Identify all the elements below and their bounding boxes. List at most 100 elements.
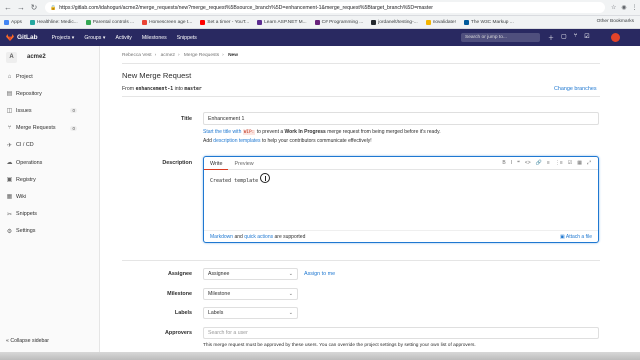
- code-icon[interactable]: <>: [525, 160, 531, 166]
- templates-text: Add: [203, 138, 212, 144]
- quick-actions-link[interactable]: quick actions: [244, 234, 273, 240]
- sidebar-item-ci-cd[interactable]: ✈ CI / CD: [0, 137, 99, 154]
- bookmark-item[interactable]: Parental controls ...: [85, 19, 134, 25]
- nav-menu-item[interactable]: Milestones: [142, 35, 167, 41]
- forward-icon[interactable]: →: [16, 3, 26, 13]
- gitlab-fox-icon: [6, 34, 14, 41]
- other-bookmarks[interactable]: Other Bookmarks: [597, 19, 634, 24]
- bookmark-label: C# Programming ...: [321, 19, 364, 25]
- templates-link[interactable]: description templates: [213, 138, 260, 144]
- link-icon[interactable]: 🔗: [536, 160, 542, 166]
- bookmark-item[interactable]: Apps: [4, 19, 22, 25]
- bookmark-item[interactable]: novalidate!: [425, 19, 456, 25]
- sidebar: A acme2 ⌂ Project ▤ Repository ◫ Issues 0 ⑂ Merg…: [0, 46, 100, 360]
- divider: [122, 96, 600, 97]
- milestone-select[interactable]: Milestone ⌄: [203, 288, 298, 300]
- sidebar-item-issues[interactable]: ◫ Issues 0: [0, 102, 99, 119]
- address-bar[interactable]: 🔒 https://gitlab.com/idahoguri/acme2/mer…: [45, 2, 605, 13]
- plus-icon[interactable]: ＋: [548, 33, 554, 42]
- sidebar-item-label: Project: [16, 73, 33, 80]
- sidebar-item-label: Merge Requests: [16, 125, 56, 132]
- description-textarea[interactable]: Created template: [210, 178, 258, 184]
- bookmark-item[interactable]: Healthline: Medic...: [29, 19, 78, 25]
- attach-icon: ▣: [560, 234, 565, 240]
- sidebar-item-wiki[interactable]: ▦ Wiki: [0, 188, 99, 205]
- project-header[interactable]: A acme2: [0, 46, 99, 68]
- avatar[interactable]: [611, 33, 620, 42]
- back-icon[interactable]: ←: [3, 3, 13, 13]
- attach-file-button[interactable]: ▣ Attach a file: [560, 234, 592, 240]
- and-text: and: [234, 233, 243, 240]
- assignee-select[interactable]: Assignee ⌄: [203, 268, 298, 280]
- sidebar-item-snippets[interactable]: ✂ Snippets: [0, 206, 99, 223]
- book-icon: ▤: [6, 91, 13, 98]
- divider: [122, 63, 600, 64]
- assign-to-me-link[interactable]: Assign to me: [304, 271, 335, 277]
- tab-preview[interactable]: Preview: [228, 157, 259, 170]
- bookmark-item[interactable]: Homescreen age t...: [142, 19, 193, 25]
- gitlab-logo[interactable]: GitLab: [6, 34, 38, 41]
- breadcrumb-mr[interactable]: Merge Requests: [184, 53, 219, 58]
- markdown-link[interactable]: Markdown: [210, 234, 233, 240]
- bookmark-item[interactable]: jordanelt/testing-...: [371, 19, 418, 25]
- bold-icon[interactable]: B: [502, 160, 505, 166]
- reload-icon[interactable]: ↻: [29, 3, 39, 13]
- breadcrumb-user[interactable]: Rebecca Vest: [122, 53, 152, 58]
- bookmark-label: Learn ASP.NET M...: [264, 19, 307, 25]
- nav-menu-item[interactable]: Activity: [115, 35, 131, 41]
- nav-menu-item[interactable]: Groups ▾: [84, 35, 105, 41]
- title-input[interactable]: Enhancement 1: [203, 112, 599, 125]
- change-branches-link[interactable]: Change branches: [554, 86, 597, 92]
- sidebar-item-merge-requests[interactable]: ⑂ Merge Requests 0: [0, 120, 99, 137]
- todo-icon[interactable]: ▢: [561, 33, 567, 42]
- italic-icon[interactable]: I: [511, 160, 512, 166]
- sidebar-item-label: Snippets: [16, 211, 37, 218]
- nav-menu-item[interactable]: Snippets: [177, 35, 197, 41]
- star-icon[interactable]: ☆: [611, 4, 616, 11]
- bookmark-item[interactable]: Set a timer - YouT...: [200, 19, 249, 25]
- cloud-gear-icon: ☁: [6, 160, 13, 167]
- sidebar-item-operations[interactable]: ☁ Operations: [0, 154, 99, 171]
- approvers-input[interactable]: Search for a user: [203, 327, 599, 339]
- table-icon[interactable]: ▦: [577, 160, 582, 166]
- numbered-list-icon[interactable]: ⋮≡: [555, 160, 563, 166]
- page-title: New Merge Request: [122, 71, 192, 80]
- search-input[interactable]: Search or jump to...: [461, 33, 540, 42]
- merge-request-nav-icon[interactable]: ⑂: [574, 33, 578, 42]
- collapse-icon: «: [6, 338, 9, 344]
- tab-write[interactable]: Write: [204, 157, 229, 170]
- fullscreen-icon[interactable]: ⤢: [587, 160, 591, 166]
- collapse-label: Collapse sidebar: [10, 338, 49, 344]
- quote-icon[interactable]: ❝: [517, 160, 520, 166]
- templates-text-2: to help your contributors communicate ef…: [261, 138, 372, 144]
- supported-text: are supported: [274, 233, 306, 240]
- gitlab-navbar: GitLab Projects ▾ Groups ▾ Activity Milesto…: [0, 29, 640, 46]
- sidebar-item-settings[interactable]: ⚙ Settings: [0, 223, 99, 240]
- bookmark-label: Homescreen age t...: [149, 19, 193, 25]
- labels-select[interactable]: Labels ⌄: [203, 307, 298, 319]
- wip-help-text-2: merge request from being merged before i…: [327, 129, 441, 135]
- sidebar-item-registry[interactable]: ▣ Registry: [0, 171, 99, 188]
- nav-menu-item[interactable]: Projects ▾: [52, 35, 75, 41]
- title-label: Title: [181, 116, 192, 122]
- container-icon: ▣: [6, 177, 13, 184]
- bookmark-item[interactable]: C# Programming ...: [314, 19, 364, 25]
- bookmark-item[interactable]: Learn ASP.NET M...: [257, 19, 307, 25]
- extension-icon[interactable]: ◉: [621, 4, 626, 11]
- approvers-label: Approvers: [165, 330, 192, 336]
- snippet-icon: ✂: [6, 211, 13, 218]
- bullet-list-icon[interactable]: ≡: [547, 160, 550, 166]
- menu-icon[interactable]: ⋮: [632, 4, 638, 11]
- from-label: From: [122, 86, 135, 92]
- labels-value: Labels: [208, 310, 224, 316]
- sidebar-item-project[interactable]: ⌂ Project: [0, 68, 99, 85]
- bookmark-item[interactable]: The W3C Markup ...: [463, 19, 514, 25]
- check-icon[interactable]: ☑: [584, 33, 589, 42]
- wip-code: WIP:: [242, 130, 256, 135]
- sidebar-item-label: Wiki: [16, 193, 27, 200]
- wip-help-link[interactable]: Start the title with: [203, 129, 241, 135]
- sidebar-item-repository[interactable]: ▤ Repository: [0, 85, 99, 102]
- breadcrumb-project[interactable]: acme2: [161, 53, 175, 58]
- collapse-sidebar[interactable]: « Collapse sidebar: [6, 338, 49, 344]
- task-list-icon[interactable]: ☑: [568, 160, 572, 166]
